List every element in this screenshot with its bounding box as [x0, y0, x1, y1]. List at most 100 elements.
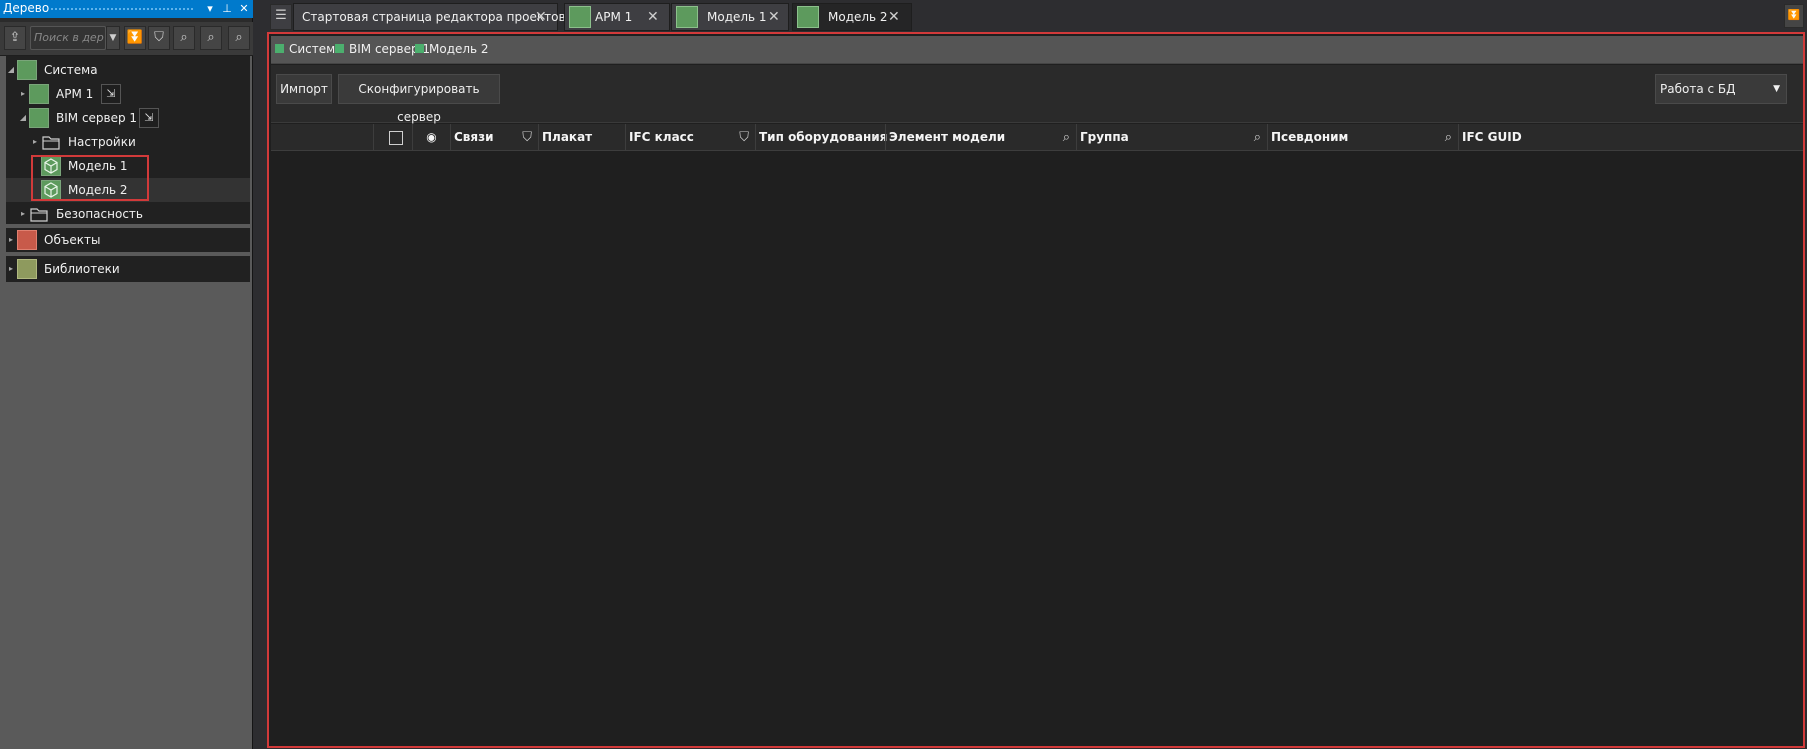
dropdown-value: Работа с БД: [1660, 82, 1736, 96]
column-label: Связи: [454, 130, 494, 144]
column-alias[interactable]: Псевдоним ⌕: [1267, 124, 1458, 151]
column-label: IFC GUID: [1462, 130, 1522, 144]
collapsed-arrow-icon[interactable]: ▸: [30, 130, 40, 154]
tree-node-label: Объекты: [44, 233, 101, 247]
db-actions-dropdown[interactable]: Работа с БД ▼: [1655, 74, 1787, 104]
search-prev-icon[interactable]: ⌕: [228, 26, 250, 50]
tree-group-libraries: ▸ Библиотеки: [6, 256, 250, 282]
node-square-icon: [335, 44, 344, 53]
grid-body[interactable]: [271, 152, 1803, 746]
collapse-all-icon[interactable]: ⏬: [124, 26, 146, 50]
grid-header: ◉ Связи ⛉ Плакат IFC класс ⛉ Тип оборудова…: [271, 124, 1803, 151]
configure-server-button[interactable]: Сконфигурировать сервер: [338, 74, 500, 124]
close-icon[interactable]: ✕: [768, 4, 780, 30]
close-icon[interactable]: ✕: [535, 4, 547, 30]
close-icon[interactable]: ✕: [237, 1, 251, 17]
model-editor-content: Система BIM сервер 1 Модель 2 Импорт Ско…: [267, 32, 1805, 748]
column-label: Псевдоним: [1271, 130, 1349, 144]
search-dropdown-icon[interactable]: ▼: [106, 26, 120, 50]
action-bar: [271, 65, 1803, 123]
column-model-element[interactable]: Элемент модели ⌕: [885, 124, 1076, 151]
tree-node-label: Система: [44, 63, 98, 77]
tree-node-label: Настройки: [68, 135, 136, 149]
model-cube-icon: [797, 6, 819, 28]
search-icon[interactable]: ⌕: [872, 124, 879, 151]
tree-node-label: АРМ 1: [56, 87, 94, 101]
tab-model2[interactable]: Модель 2 ✕: [792, 3, 912, 31]
tree-group-objects: ▸ Объекты: [6, 228, 250, 252]
tab-list-icon[interactable]: ☰: [270, 4, 292, 30]
tree-node-security[interactable]: ▸ Безопасность: [6, 202, 250, 226]
collapsed-arrow-icon[interactable]: ▸: [18, 202, 28, 226]
highlight-box: [31, 155, 149, 201]
collapsed-arrow-icon[interactable]: ▸: [18, 82, 28, 106]
breadcrumb-system[interactable]: Система: [275, 42, 343, 58]
system-icon: [17, 60, 37, 80]
tab-label: Модель 1: [707, 10, 767, 24]
tree-node-label: Безопасность: [56, 207, 143, 221]
tree-node-objects[interactable]: ▸ Объекты: [6, 228, 250, 252]
filter-icon[interactable]: ⛉: [739, 124, 749, 151]
column-equipment-type[interactable]: Тип оборудования ⌕: [755, 124, 888, 151]
tab-label: Модель 2: [828, 10, 888, 24]
breadcrumb-model[interactable]: Модель 2: [415, 42, 489, 58]
tree-search-input[interactable]: Поиск в дер: [30, 26, 106, 50]
select-all-checkbox[interactable]: [389, 131, 403, 145]
close-icon[interactable]: ✕: [647, 4, 659, 30]
tab-label: АРМ 1: [595, 10, 633, 24]
tab-start-page[interactable]: Стартовая страница редактора проектов ✕: [293, 3, 566, 31]
tree-view: ◢ Система ▸ АРМ 1 ⇲ ◢ BIM сервер 1 ⇲ ▸ Н…: [0, 56, 252, 749]
workstation-icon: [569, 6, 591, 28]
column-ifc-class[interactable]: IFC класс ⛉: [625, 124, 755, 151]
import-button[interactable]: Импорт: [276, 74, 332, 104]
tree-node-system[interactable]: ◢ Система: [6, 58, 250, 82]
visibility-column[interactable]: ◉: [412, 124, 450, 151]
breadcrumb-label: Модель 2: [429, 42, 489, 56]
folder-icon: [41, 132, 61, 152]
expanded-arrow-icon[interactable]: ◢: [18, 106, 28, 130]
document-tab-strip: ☰ Стартовая страница редактора проектов …: [266, 0, 1807, 32]
folder-icon: [29, 204, 49, 224]
panel-dropdown-icon[interactable]: ▾: [203, 1, 217, 17]
link-icon[interactable]: ⇲: [139, 108, 159, 128]
search-icon[interactable]: ⌕: [1254, 124, 1261, 151]
node-square-icon: [275, 44, 284, 53]
breadcrumb: Система BIM сервер 1 Модель 2: [271, 36, 1803, 64]
search-icon[interactable]: ⌕: [1063, 124, 1070, 151]
panel-title: Дерево: [3, 1, 50, 15]
filter-icon[interactable]: ⛉: [148, 26, 170, 50]
server-icon: [29, 108, 49, 128]
tab-arm1[interactable]: АРМ 1 ✕: [564, 3, 670, 31]
objects-icon: [17, 230, 37, 250]
tree-home-icon[interactable]: ⇪: [4, 26, 26, 50]
column-label: Тип оборудования: [759, 130, 888, 144]
link-icon[interactable]: ⇲: [101, 84, 121, 104]
collapsed-arrow-icon[interactable]: ▸: [6, 257, 16, 281]
model-cube-icon: [676, 6, 698, 28]
tree-node-settings[interactable]: ▸ Настройки: [6, 130, 250, 154]
search-icon[interactable]: ⌕: [173, 26, 195, 50]
expanded-arrow-icon[interactable]: ◢: [6, 58, 16, 82]
collapsed-arrow-icon[interactable]: ▸: [6, 228, 16, 252]
tree-node-arm1[interactable]: ▸ АРМ 1 ⇲: [6, 82, 250, 106]
column-ifc-guid[interactable]: IFC GUID: [1458, 124, 1801, 151]
pin-icon[interactable]: ⊥: [220, 1, 234, 17]
filter-icon[interactable]: ⛉: [522, 124, 532, 151]
node-square-icon: [415, 44, 424, 53]
panel-header[interactable]: Дерево ▾ ⊥ ✕: [0, 0, 253, 18]
search-next-icon[interactable]: ⌕: [200, 26, 222, 50]
tree-node-libraries[interactable]: ▸ Библиотеки: [6, 257, 250, 281]
panel-drag-grip[interactable]: [50, 7, 195, 12]
column-links[interactable]: Связи ⛉: [450, 124, 538, 151]
column-poster[interactable]: Плакат: [538, 124, 625, 151]
tree-node-label: Библиотеки: [44, 262, 120, 276]
tab-model1[interactable]: Модель 1 ✕: [671, 3, 789, 31]
tree-toolbar: ⇪ Поиск в дер ▼ ⏬ ⛉ ⌕ ⌕ ⌕: [0, 22, 253, 56]
column-group[interactable]: Группа ⌕: [1076, 124, 1267, 151]
search-icon[interactable]: ⌕: [1445, 124, 1452, 151]
close-icon[interactable]: ✕: [888, 4, 900, 30]
tab-overflow-icon[interactable]: ⏬: [1784, 4, 1804, 28]
tree-panel: Дерево ▾ ⊥ ✕ ⇪ Поиск в дер ▼ ⏬ ⛉ ⌕ ⌕ ⌕ ◢…: [0, 0, 253, 749]
tree-node-label: BIM сервер 1: [56, 111, 138, 125]
tree-node-bim-server[interactable]: ◢ BIM сервер 1 ⇲: [6, 106, 250, 130]
